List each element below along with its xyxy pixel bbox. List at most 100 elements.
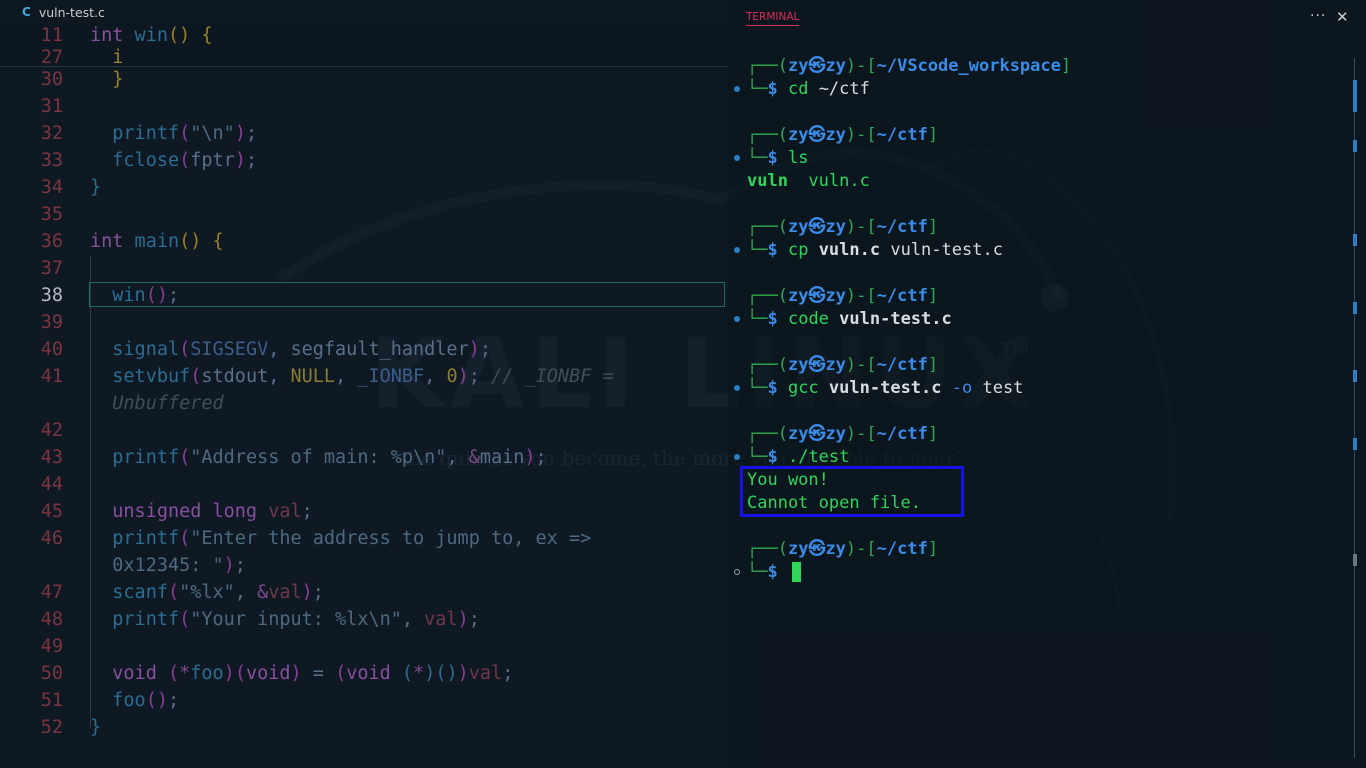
code-token: 0x12345: " <box>90 555 224 576</box>
code-line[interactable]: 39 <box>0 309 728 336</box>
output-token: vuln <box>747 171 788 191</box>
code-token: "%lx" <box>179 582 235 603</box>
editor-tab-vuln-test[interactable]: vuln-test.c <box>39 5 105 20</box>
scroll-marker <box>1353 554 1357 566</box>
prompt-decoration: $ <box>767 79 788 99</box>
code-line[interactable]: 0x12345: "); <box>0 552 728 579</box>
code-line[interactable]: 42 <box>0 417 728 444</box>
code-line[interactable]: 33 fclose(fptr); <box>0 147 728 174</box>
sticky-scroll-header[interactable]: 11 int win() {27 i <box>0 24 728 67</box>
line-content: printf("Your input: %lx\n", val); <box>90 606 480 633</box>
command-token: vuln.c <box>808 240 881 260</box>
command-token: cd <box>787 79 809 99</box>
prompt-decoration: ] <box>927 125 939 145</box>
tab-terminal[interactable]: TERMINAL <box>746 11 800 26</box>
command-decoration-icon[interactable] <box>734 385 740 391</box>
code-token: fptr <box>190 150 235 171</box>
command-decoration-icon[interactable] <box>734 247 740 253</box>
prompt-host: zy <box>825 56 846 76</box>
code-token: main <box>123 231 180 252</box>
code-line[interactable]: 32 printf("\n"); <box>0 120 728 147</box>
code-token: ; <box>468 609 480 630</box>
code-line[interactable]: 48 printf("Your input: %lx\n", val); <box>0 606 728 633</box>
code-token: } <box>90 717 102 738</box>
line-content: setvbuf(stdout, NULL, _IONBF, 0); // _IO… <box>90 363 613 390</box>
code-line[interactable]: 37 <box>0 255 728 282</box>
code-line[interactable]: 43 printf("Address of main: %p\n", &main… <box>0 444 728 471</box>
code-line[interactable]: 34} <box>0 174 728 201</box>
code-line[interactable]: 36 int main() { <box>0 228 728 255</box>
code-line[interactable]: 50 void (*foo)(void) = (void (*)())val; <box>0 660 728 687</box>
code-token: ) <box>223 663 235 684</box>
code-token: ( <box>179 447 191 468</box>
command-decoration-icon[interactable] <box>734 569 740 575</box>
code-line[interactable]: 30 } <box>0 66 728 93</box>
code-line[interactable]: 44 <box>0 471 728 498</box>
code-token: "Your input: %lx\n" <box>190 609 402 630</box>
code-line[interactable]: 51 foo(); <box>0 687 728 714</box>
code-editor[interactable]: C vuln-test.c 11 int win() {27 i 30 } 31 32… <box>0 0 728 768</box>
line-content: foo(); <box>90 687 179 714</box>
command-token: ~/ctf <box>808 79 870 99</box>
code-line[interactable]: 41 setvbuf(stdout, NULL, _IONBF, 0); // … <box>0 363 728 390</box>
c-file-icon: C <box>22 5 31 19</box>
prompt-decoration: └─ <box>747 79 768 99</box>
code-token: int <box>90 231 124 252</box>
code-line[interactable]: 45 unsigned long val; <box>0 498 728 525</box>
command-decoration-icon[interactable] <box>734 454 740 460</box>
line-number: 36 <box>40 231 63 252</box>
command-token: vuln-test.c <box>828 309 952 329</box>
code-token: fclose <box>90 150 180 171</box>
code-line[interactable]: 46 printf("Enter the address to jump to,… <box>0 525 728 552</box>
code-line[interactable]: 40 signal(SIGSEGV, segfault_handler); <box>0 336 728 363</box>
code-line[interactable]: 49 <box>0 633 728 660</box>
line-content: int main() { <box>90 228 224 255</box>
code-token: ( <box>234 663 246 684</box>
code-token: ) <box>524 447 536 468</box>
code-token: ; <box>312 582 324 603</box>
prompt-user: zy <box>787 286 809 306</box>
code-token: ; <box>535 447 547 468</box>
code-token: "Address of main: %p\n" <box>190 447 447 468</box>
terminal-scrollbar[interactable] <box>1354 58 1355 758</box>
prompt-host: zy <box>825 539 846 559</box>
command-decoration-icon[interactable] <box>734 316 740 322</box>
code-token: } <box>112 69 124 90</box>
prompt-decoration: )-[ <box>845 56 877 76</box>
more-actions-icon[interactable]: ··· <box>1310 8 1326 24</box>
command-decoration-icon[interactable] <box>734 155 740 161</box>
code-line[interactable]: Unbuffered <box>0 390 728 417</box>
code-token: ; <box>245 150 258 171</box>
close-icon[interactable]: ✕ <box>1336 8 1349 26</box>
command-token: vuln-test.c <box>818 378 942 398</box>
command-token: code <box>787 309 829 329</box>
skull-icon: ㉿ <box>808 355 826 375</box>
prompt-decoration: ] <box>927 355 939 375</box>
terminal-header: TERMINAL ··· ✕ <box>728 0 1366 36</box>
command-token: test <box>972 378 1024 398</box>
code-line[interactable]: 52} <box>0 714 728 741</box>
code-token: ) <box>290 663 302 684</box>
line-number: 37 <box>40 258 63 279</box>
code-line[interactable]: 47 scanf("%lx", &val); <box>0 579 728 606</box>
line-number: 35 <box>40 204 63 225</box>
code-line[interactable]: 35 <box>0 201 728 228</box>
scroll-marker <box>1353 80 1357 112</box>
code-token: void <box>245 663 291 684</box>
code-token: } <box>90 177 102 198</box>
command-token: cp <box>787 240 809 260</box>
code-token: printf <box>90 528 180 549</box>
command-decoration-icon[interactable] <box>734 86 740 92</box>
code-line[interactable]: 31 <box>0 93 728 120</box>
code-token: i <box>112 47 124 67</box>
terminal-panel[interactable]: TERMINAL ··· ✕ ┌──(zy㉿zy)-[~/VScode_work… <box>728 0 1366 768</box>
code-line[interactable]: 27 i <box>0 44 728 67</box>
code-token: { <box>201 25 213 46</box>
prompt-decoration: $ <box>767 447 788 467</box>
line-number: 46 <box>40 528 63 549</box>
command-line: └─$ cp vuln.c vuln-test.c <box>747 239 1003 262</box>
code-token: ( <box>190 366 202 387</box>
code-token: win <box>123 25 168 46</box>
code-token: = <box>301 663 336 684</box>
